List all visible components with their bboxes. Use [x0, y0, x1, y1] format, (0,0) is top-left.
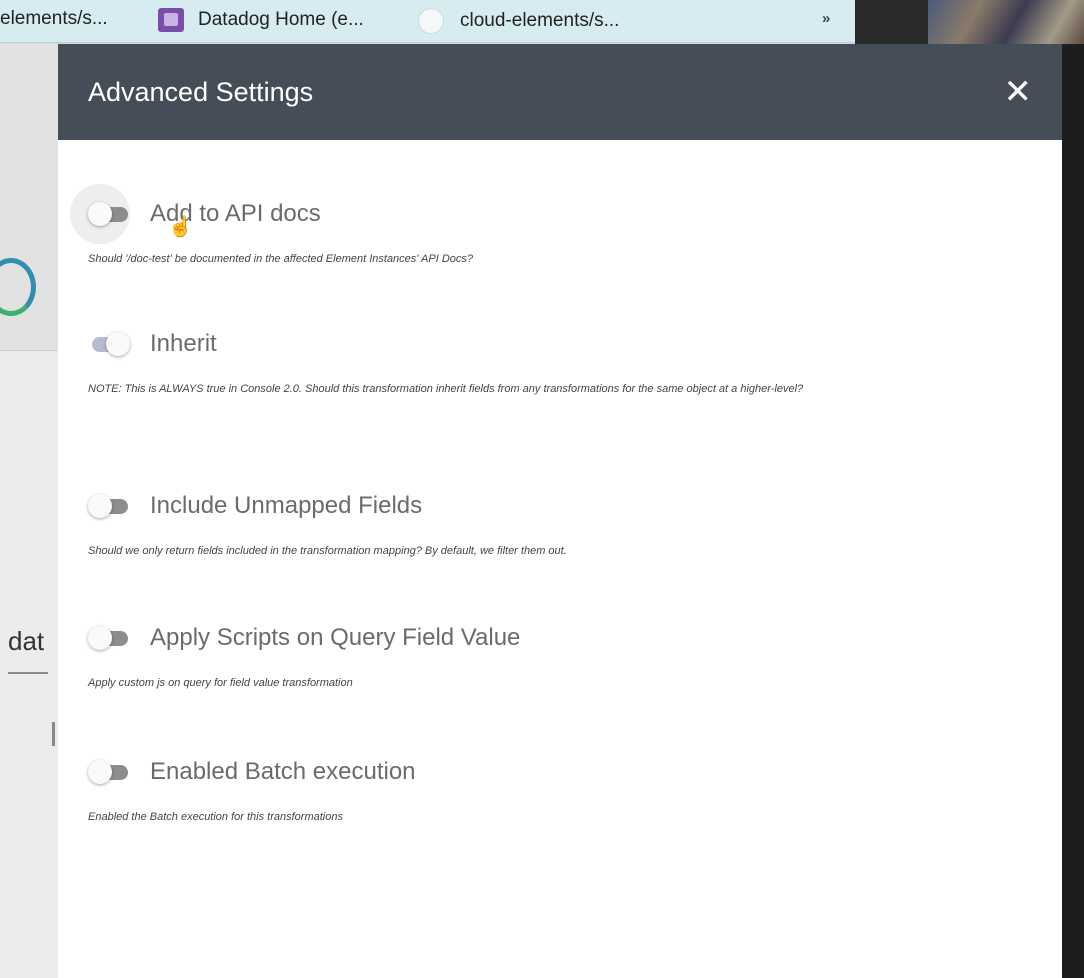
add-to-api-docs-toggle[interactable]: ☝: [70, 184, 193, 244]
background-underline: [8, 672, 48, 674]
setting-inherit: Inherit NOTE: This is ALWAYS true in Con…: [58, 330, 1062, 402]
setting-enabled-batch-execution: Enabled Batch execution Enabled the Batc…: [58, 758, 1062, 830]
background-photo: [928, 0, 1084, 44]
close-icon[interactable]: ✕: [1004, 75, 1033, 109]
modal-header: Advanced Settings ✕: [58, 44, 1062, 140]
inherit-toggle[interactable]: [88, 332, 130, 356]
include-unmapped-fields-toggle[interactable]: [88, 494, 128, 518]
bookmark-label: Datadog Home (e...: [198, 9, 364, 30]
setting-label: Enabled Batch execution: [150, 758, 416, 785]
toggle-knob: [88, 626, 112, 650]
setting-label: Include Unmapped Fields: [150, 492, 423, 519]
batch-execution-toggle[interactable]: [88, 760, 128, 784]
setting-apply-scripts: Apply Scripts on Query Field Value Apply…: [58, 624, 1062, 696]
hand-cursor-icon: ☝: [168, 216, 193, 238]
apply-scripts-toggle[interactable]: [88, 626, 128, 650]
toggle-knob: [88, 202, 112, 226]
bookmark-cloud-elements[interactable]: cloud-elements/s...: [418, 8, 619, 34]
bookmarks-overflow-button[interactable]: »: [822, 10, 830, 27]
setting-description: NOTE: This is ALWAYS true in Console 2.0…: [88, 383, 804, 395]
toggle-knob: [88, 494, 112, 518]
datadog-icon: [158, 8, 184, 32]
setting-label: Inherit: [150, 330, 217, 357]
advanced-settings-modal: Advanced Settings ✕ ☝ Add to API docs Sh…: [58, 44, 1062, 978]
setting-add-to-api-docs: ☝ Add to API docs Should '/doc-test' be …: [58, 184, 1062, 272]
setting-label: Apply Scripts on Query Field Value: [150, 624, 521, 651]
bookmarks-bar: elements/s... Datadog Home (e... cloud-e…: [0, 0, 855, 43]
setting-description: Should '/doc-test' be documented in the …: [88, 253, 474, 265]
setting-description: Apply custom js on query for field value…: [88, 677, 353, 689]
background-header: [0, 44, 58, 141]
setting-include-unmapped-fields: Include Unmapped Fields Should we only r…: [58, 492, 1062, 564]
toggle-knob: [106, 332, 130, 356]
bookmark-label: cloud-elements/s...: [460, 10, 620, 31]
background-band: [0, 140, 58, 231]
background-partial-text: dat: [8, 626, 45, 656]
bookmark-elements[interactable]: elements/s...: [0, 8, 108, 30]
window-edge: [1062, 44, 1084, 978]
bookmark-label: elements/s...: [0, 8, 108, 29]
resize-handle[interactable]: [52, 722, 55, 746]
setting-description: Enabled the Batch execution for this tra…: [88, 811, 343, 823]
modal-title: Advanced Settings: [88, 76, 314, 107]
bookmark-datadog[interactable]: Datadog Home (e...: [158, 8, 364, 32]
toggle-knob: [88, 760, 112, 784]
background-app: [0, 44, 58, 978]
setting-description: Should we only return fields included in…: [88, 545, 567, 557]
github-icon: [418, 8, 444, 34]
